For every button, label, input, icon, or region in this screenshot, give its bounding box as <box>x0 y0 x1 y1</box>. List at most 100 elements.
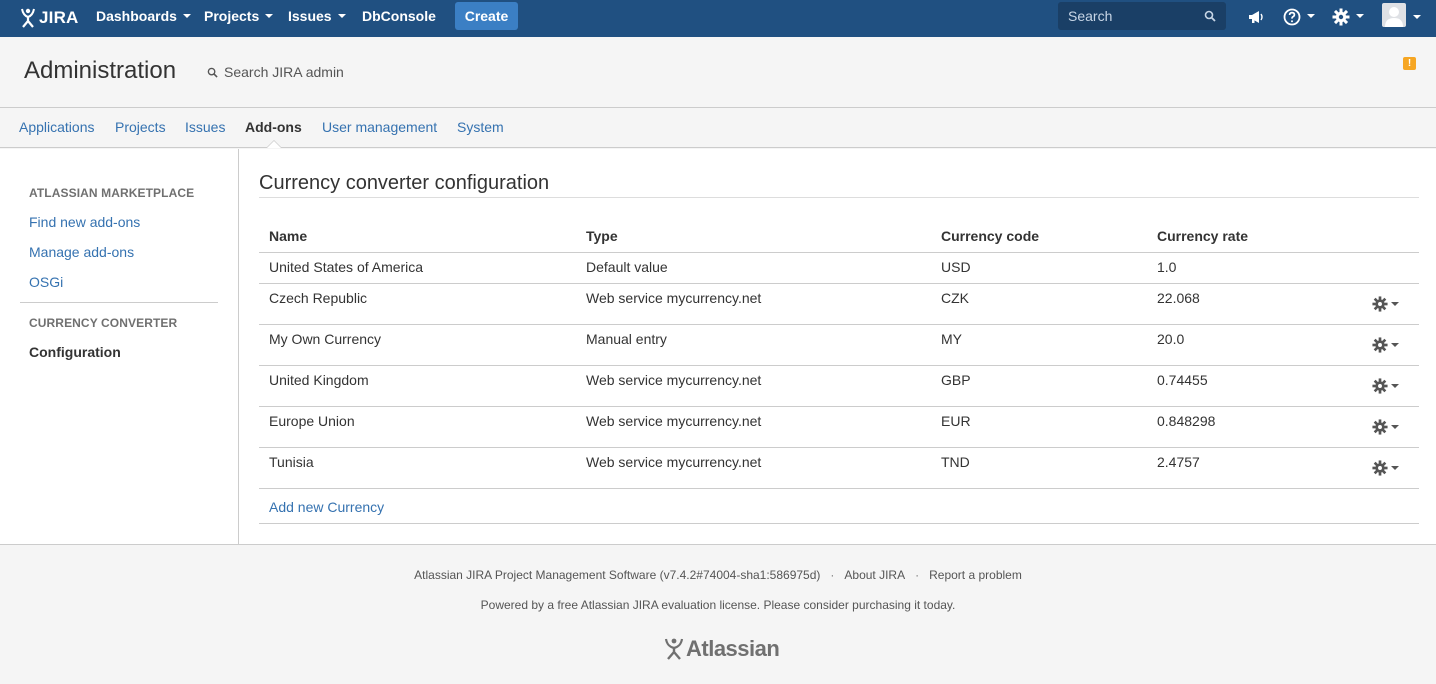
sidebar-item-osgi[interactable]: OSGi <box>29 274 63 290</box>
cell-code: MY <box>931 324 1147 366</box>
cell-rate: 2.4757 <box>1147 447 1347 489</box>
atlassian-logo-icon <box>664 638 684 660</box>
row-actions-button[interactable] <box>1372 459 1399 476</box>
footer-separator: · <box>830 568 835 582</box>
megaphone-icon <box>1249 11 1263 23</box>
cell-code: TND <box>931 447 1147 489</box>
sidebar-item-manage-add-ons[interactable]: Manage add-ons <box>29 244 134 260</box>
row-actions-button[interactable] <box>1372 336 1399 353</box>
chevron-down-icon <box>1307 14 1315 18</box>
row-actions-button[interactable] <box>1372 295 1399 312</box>
tab-applications[interactable]: Applications <box>19 119 95 135</box>
chevron-down-icon <box>1391 342 1399 347</box>
gear-icon <box>1372 459 1388 476</box>
tab-user-management[interactable]: User management <box>322 119 437 135</box>
table-row: Europe Union Web service mycurrency.net … <box>259 406 1419 448</box>
cell-name: My Own Currency <box>259 324 576 366</box>
jira-logo-icon <box>21 8 35 28</box>
active-tab-indicator <box>266 140 282 148</box>
table-row: Czech Republic Web service mycurrency.ne… <box>259 283 1419 325</box>
footer-links: Atlassian JIRA Project Management Softwa… <box>0 568 1436 582</box>
footer-version: Atlassian JIRA Project Management Softwa… <box>414 568 821 582</box>
atlassian-logo-text: Atlassian <box>686 636 780 661</box>
nav-issues[interactable]: Issues <box>288 0 346 37</box>
warning-icon[interactable]: ! <box>1403 57 1416 70</box>
gear-icon <box>1332 8 1350 26</box>
cell-rate: 0.74455 <box>1147 365 1347 407</box>
add-currency-row: Add new Currency <box>259 488 1419 524</box>
table-row: United Kingdom Web service mycurrency.ne… <box>259 365 1419 407</box>
chevron-down-icon <box>1391 383 1399 388</box>
nav-dashboards[interactable]: Dashboards <box>96 0 191 37</box>
admin-sidebar: ATLASSIAN MARKETPLACE Find new add-ons M… <box>0 149 239 545</box>
announcement-button[interactable] <box>1247 6 1265 28</box>
footer-separator: · <box>915 568 920 582</box>
add-new-currency-link[interactable]: Add new Currency <box>269 499 384 515</box>
cell-actions <box>1347 324 1419 366</box>
cell-name: United Kingdom <box>259 365 576 407</box>
nav-projects[interactable]: Projects <box>204 0 274 37</box>
main-content-area: ATLASSIAN MARKETPLACE Find new add-ons M… <box>0 149 1436 545</box>
admin-search-link[interactable]: Search JIRA admin <box>207 64 344 80</box>
tab-add-ons[interactable]: Add-ons <box>245 119 302 135</box>
chevron-down-icon <box>1391 465 1399 470</box>
admin-settings-button[interactable] <box>1332 6 1364 28</box>
column-header-actions <box>1347 220 1419 253</box>
gear-icon <box>1372 336 1388 353</box>
search-input[interactable] <box>1068 8 1198 24</box>
cell-actions <box>1347 283 1419 325</box>
nav-dbconsole-label: DbConsole <box>362 8 436 24</box>
cell-type: Web service mycurrency.net <box>576 365 931 407</box>
cell-actions <box>1347 365 1419 407</box>
cell-rate: 22.068 <box>1147 283 1347 325</box>
report-problem-link[interactable]: Report a problem <box>929 568 1022 582</box>
tab-projects[interactable]: Projects <box>115 119 166 135</box>
row-actions-button[interactable] <box>1372 418 1399 435</box>
cell-actions <box>1347 252 1419 284</box>
search-icon[interactable] <box>1204 10 1216 22</box>
gear-icon <box>1372 295 1388 312</box>
table-row: United States of America Default value U… <box>259 252 1419 284</box>
create-button[interactable]: Create <box>455 2 518 30</box>
about-jira-link[interactable]: About JIRA <box>844 568 905 582</box>
footer-license: Powered by a free Atlassian JIRA evaluat… <box>480 598 956 612</box>
nav-issues-label: Issues <box>288 8 332 24</box>
cell-type: Web service mycurrency.net <box>576 447 931 489</box>
help-menu-button[interactable] <box>1283 6 1315 28</box>
cell-code: EUR <box>931 406 1147 448</box>
help-icon <box>1283 8 1301 26</box>
row-actions-button[interactable] <box>1372 377 1399 394</box>
chevron-down-icon <box>1356 14 1364 18</box>
jira-logo[interactable]: JIRA <box>20 7 79 29</box>
cell-name: United States of America <box>259 252 576 284</box>
cell-actions <box>1347 406 1419 448</box>
column-header-currency-rate: Currency rate <box>1147 220 1347 253</box>
currency-table: Name Type Currency code Currency rate Un… <box>259 220 1419 524</box>
nav-dbconsole[interactable]: DbConsole <box>362 0 436 37</box>
chevron-down-icon <box>265 14 274 19</box>
sidebar-item-configuration[interactable]: Configuration <box>29 344 121 360</box>
column-header-currency-code: Currency code <box>931 220 1147 253</box>
nav-dashboards-label: Dashboards <box>96 8 177 24</box>
nav-projects-label: Projects <box>204 8 260 24</box>
gear-icon <box>1372 377 1388 394</box>
cell-name: Europe Union <box>259 406 576 448</box>
quick-search <box>1058 2 1226 30</box>
cell-rate: 1.0 <box>1147 252 1347 284</box>
user-avatar[interactable] <box>1382 3 1406 27</box>
title-divider <box>259 197 1419 198</box>
gear-icon <box>1372 418 1388 435</box>
tab-issues[interactable]: Issues <box>185 119 225 135</box>
cell-type: Web service mycurrency.net <box>576 283 931 325</box>
cell-type: Web service mycurrency.net <box>576 406 931 448</box>
tab-system[interactable]: System <box>457 119 504 135</box>
column-header-name: Name <box>259 220 576 253</box>
user-menu-chevron-icon[interactable] <box>1413 15 1421 19</box>
page-footer: Atlassian JIRA Project Management Softwa… <box>0 546 1436 684</box>
admin-tabs: Applications Projects Issues Add-ons Use… <box>0 108 1436 148</box>
jira-logo-text: JIRA <box>39 8 79 27</box>
sidebar-item-find-new-add-ons[interactable]: Find new add-ons <box>29 214 140 230</box>
chevron-down-icon <box>1391 424 1399 429</box>
top-navigation-bar: JIRA Dashboards Projects Issues DbConsol… <box>0 0 1436 37</box>
atlassian-logo[interactable]: Atlassian <box>664 636 780 662</box>
